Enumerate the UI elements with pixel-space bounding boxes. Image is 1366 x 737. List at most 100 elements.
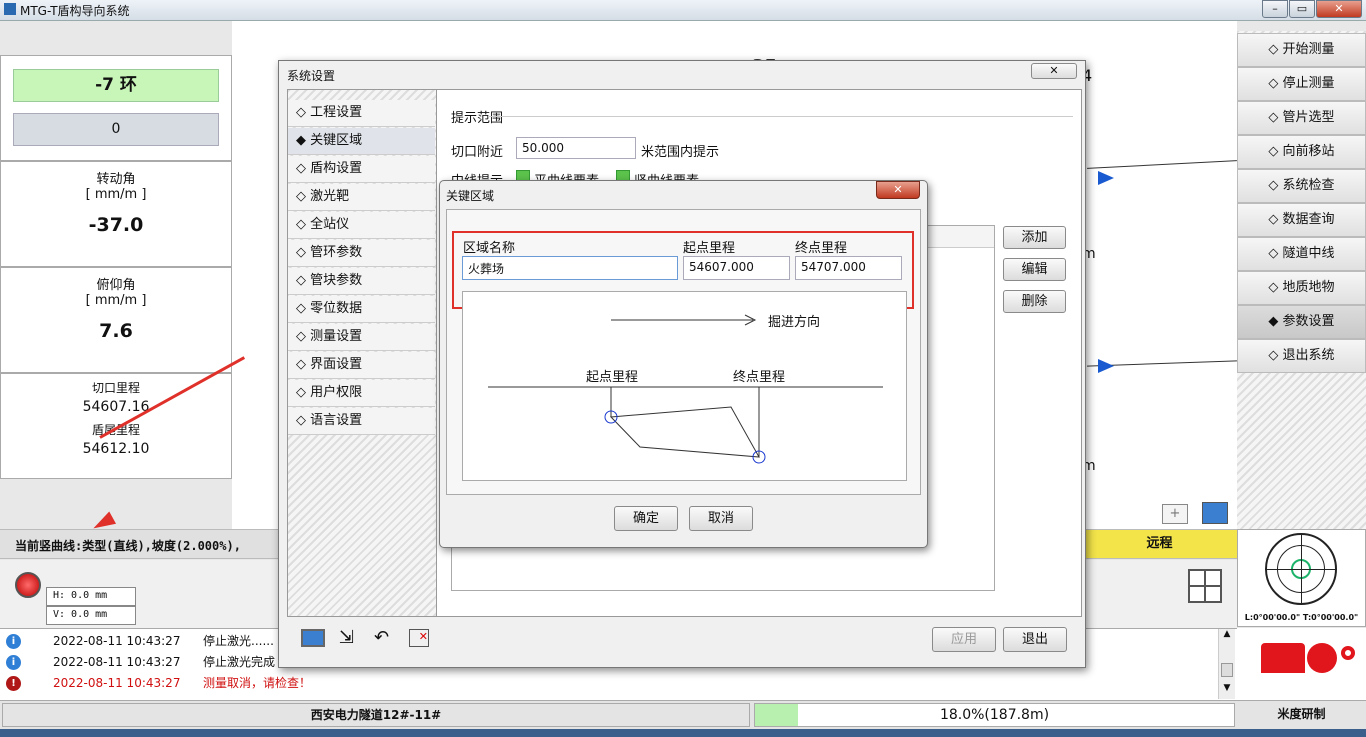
bg-arrow-1 bbox=[1098, 171, 1114, 185]
zone-name-label: 区域名称 bbox=[463, 241, 516, 256]
near-cut-input[interactable]: 50.000 bbox=[516, 137, 636, 159]
maximize-button[interactable]: ▭ bbox=[1289, 0, 1315, 18]
settings-nav-item-3[interactable]: ◇ 激光靶 bbox=[288, 184, 435, 211]
status-bar: 西安电力隧道12#-11# 18.0%(187.8m) 米度研制 bbox=[0, 700, 1366, 737]
cancel-button[interactable]: 取消 bbox=[689, 506, 753, 531]
remote-indicator: 远程 bbox=[1082, 530, 1237, 558]
close-button[interactable]: ✕ bbox=[1316, 0, 1362, 18]
crosshair-icon bbox=[1265, 533, 1337, 605]
laser-h-value: H: 0.0 mm bbox=[46, 587, 136, 606]
tail-mileage-value: 54612.10 bbox=[82, 441, 150, 457]
import-icon[interactable]: ⇲ bbox=[339, 627, 354, 648]
cut-mileage-value: 54607.16 bbox=[82, 399, 150, 415]
diagram-end-label: 终点里程 bbox=[733, 370, 786, 385]
rotation-panel: 转动角 [ mm/m ] -37.0 bbox=[0, 161, 232, 267]
delete-button[interactable]: 删除 bbox=[1003, 290, 1066, 313]
logo-panel bbox=[1237, 628, 1366, 700]
log-entry: ! 2022-08-11 10:43:27 测量取消，请检查！ bbox=[0, 673, 1210, 694]
system-settings-title: 系统设置 bbox=[287, 69, 336, 83]
settings-nav-item-0[interactable]: ◇ 工程设置 bbox=[288, 100, 435, 127]
layout-grid-icon[interactable] bbox=[1188, 569, 1222, 603]
angle-readout: L:0°00'00.0" T:0°00'00.0" bbox=[1244, 613, 1359, 622]
settings-nav-item-5[interactable]: ◇ 管环参数 bbox=[288, 240, 435, 267]
info-icon: i bbox=[6, 655, 21, 670]
key-area-dialog: 关键区域 ✕ 区域名称 起点里程 终点里程 火葬场 54607.000 5470… bbox=[439, 180, 928, 548]
angle-panel: L:0°00'00.0" T:0°00'00.0" bbox=[1237, 529, 1366, 627]
log-time: 2022-08-11 10:43:27 bbox=[53, 655, 181, 669]
settings-nav-item-8[interactable]: ◇ 测量设置 bbox=[288, 324, 435, 351]
company-logo bbox=[1261, 643, 1305, 673]
minimize-button[interactable]: – bbox=[1262, 0, 1288, 18]
confirm-button[interactable]: 确定 bbox=[614, 506, 678, 531]
curve-info-text: 当前竖曲线:类型(直线),坡度(2.000%), bbox=[15, 539, 241, 553]
zone-shape bbox=[609, 406, 760, 458]
direction-label: 掘进方向 bbox=[768, 315, 821, 330]
menu-item-7[interactable]: ◇ 地质地物 bbox=[1237, 271, 1366, 305]
menu-item-5[interactable]: ◇ 数据查询 bbox=[1237, 203, 1366, 237]
display-icon[interactable] bbox=[301, 629, 325, 647]
rotation-label: 转动角 bbox=[96, 172, 136, 187]
add-button[interactable]: 添加 bbox=[1003, 226, 1066, 249]
settings-nav-item-11[interactable]: ◇ 语言设置 bbox=[288, 408, 435, 435]
apply-button[interactable]: 应用 bbox=[932, 627, 996, 652]
settings-nav-item-7[interactable]: ◇ 零位数据 bbox=[288, 296, 435, 323]
key-area-close[interactable]: ✕ bbox=[876, 181, 920, 199]
menu-item-8[interactable]: ◆ 参数设置 bbox=[1237, 305, 1366, 339]
laser-v-value: V: 0.0 mm bbox=[46, 606, 136, 625]
info-icon: i bbox=[6, 634, 21, 649]
error-icon: ! bbox=[6, 676, 21, 691]
ring-panel: -7 环 0 bbox=[0, 55, 232, 161]
brand-text: 米度研制 bbox=[1277, 707, 1326, 721]
monitor-icon[interactable] bbox=[1202, 502, 1228, 524]
zoom-in-icon[interactable]: + bbox=[1162, 504, 1188, 524]
settings-nav-item-10[interactable]: ◇ 用户权限 bbox=[288, 380, 435, 407]
pitch-value: 7.6 bbox=[99, 320, 133, 342]
exit-button[interactable]: 退出 bbox=[1003, 627, 1067, 652]
app-icon bbox=[4, 3, 16, 15]
progress-text: 18.0%(187.8m) bbox=[939, 707, 1050, 723]
menu-item-4[interactable]: ◇ 系统检查 bbox=[1237, 169, 1366, 203]
ring-sub-value: 0 bbox=[13, 113, 219, 146]
window-titlebar: MTG-T盾构导向系统 – ▭ ✕ bbox=[0, 0, 1366, 21]
zone-name-input[interactable]: 火葬场 bbox=[462, 256, 678, 280]
settings-nav-item-6[interactable]: ◇ 管块参数 bbox=[288, 268, 435, 295]
undo-icon[interactable]: ↶ bbox=[374, 627, 389, 648]
pitch-unit: [ mm/m ] bbox=[85, 293, 147, 308]
clear-icon[interactable]: ✕ bbox=[409, 629, 429, 647]
mileage-diagram bbox=[488, 314, 883, 464]
start-mileage-label: 起点里程 bbox=[683, 241, 736, 256]
diagram-area: 掘进方向 起点里程 终点里程 bbox=[462, 291, 907, 481]
menu-item-6[interactable]: ◇ 隧道中线 bbox=[1237, 237, 1366, 271]
settings-nav-item-9[interactable]: ◇ 界面设置 bbox=[288, 352, 435, 379]
progress-bar: 18.0%(187.8m) bbox=[754, 703, 1235, 727]
menu-item-2[interactable]: ◇ 管片选型 bbox=[1237, 101, 1366, 135]
log-time: 2022-08-11 10:43:27 bbox=[53, 634, 181, 648]
settings-nav-item-1[interactable]: ◆ 关键区域 bbox=[288, 128, 435, 155]
settings-nav-item-2[interactable]: ◇ 盾构设置 bbox=[288, 156, 435, 183]
menu-item-3[interactable]: ◇ 向前移站 bbox=[1237, 135, 1366, 169]
bg-arrow-2 bbox=[1098, 359, 1114, 373]
menu-item-1[interactable]: ◇ 停止测量 bbox=[1237, 67, 1366, 101]
end-mileage-input[interactable]: 54707.000 bbox=[795, 256, 902, 280]
end-mileage-label: 终点里程 bbox=[795, 241, 848, 256]
pitch-panel: 俯仰角 [ mm/m ] 7.6 bbox=[0, 267, 232, 373]
menu-item-9[interactable]: ◇ 退出系统 bbox=[1237, 339, 1366, 373]
log-message: 测量取消，请检查！ bbox=[203, 676, 312, 690]
system-settings-close[interactable]: ✕ bbox=[1031, 63, 1077, 79]
near-cut-unit: 米范围内提示 bbox=[641, 145, 720, 160]
bg-line-1 bbox=[1087, 160, 1237, 169]
tunnel-name: 西安电力隧道12#-11# bbox=[2, 703, 750, 727]
app-title: MTG-T盾构导向系统 bbox=[20, 4, 130, 18]
key-area-title: 关键区域 bbox=[446, 189, 495, 203]
laser-icon bbox=[15, 572, 41, 598]
settings-nav-item-4[interactable]: ◇ 全站仪 bbox=[288, 212, 435, 239]
edit-button[interactable]: 编辑 bbox=[1003, 258, 1066, 281]
pitch-label: 俯仰角 bbox=[96, 278, 136, 293]
rotation-unit: [ mm/m ] bbox=[85, 187, 147, 202]
log-message: 停止激光...... bbox=[203, 634, 274, 648]
log-scroll-thumb[interactable] bbox=[1221, 663, 1233, 677]
log-scrollbar[interactable]: ▲ ▼ bbox=[1218, 629, 1235, 699]
rotation-value: -37.0 bbox=[88, 214, 144, 236]
menu-item-0[interactable]: ◇ 开始测量 bbox=[1237, 33, 1366, 67]
start-mileage-input[interactable]: 54607.000 bbox=[683, 256, 790, 280]
